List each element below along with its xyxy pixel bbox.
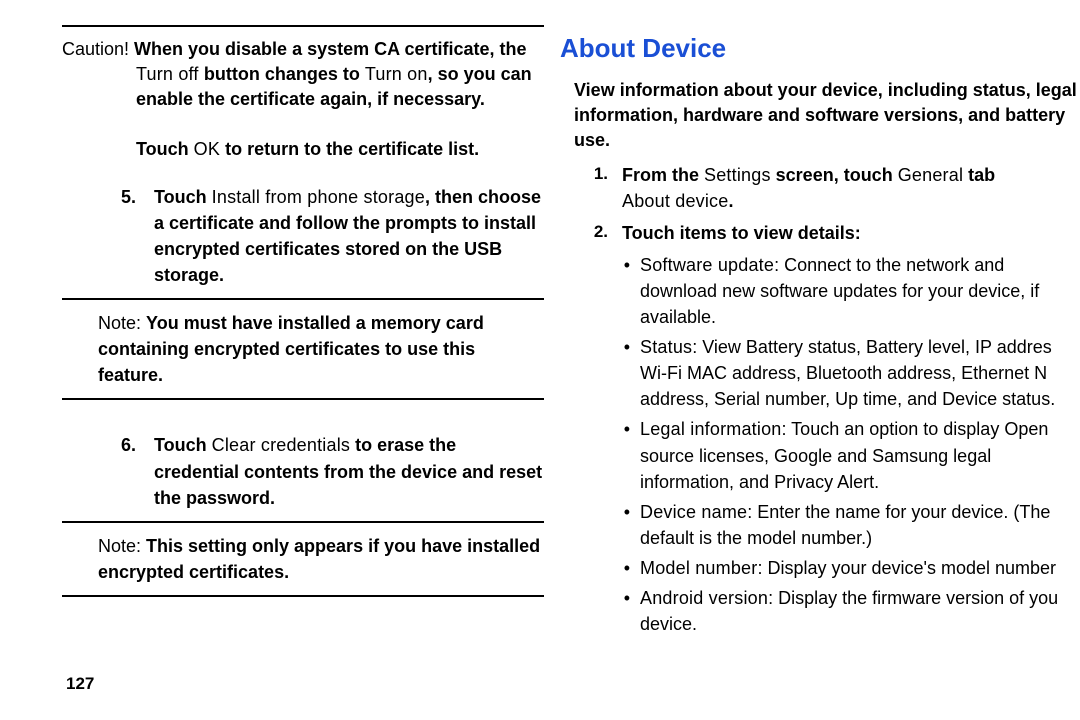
step-5: 5. Touch Install from phone storage, the…: [62, 184, 544, 288]
detail-legal: • Legal information: Touch an option to …: [608, 416, 1080, 494]
s1-e: tab: [963, 165, 995, 185]
caution-text-3: enable the certificate again, if necessa…: [136, 89, 485, 109]
detail-key: Software update: [640, 255, 774, 275]
touch-ok-pre: Touch: [136, 139, 194, 159]
rule: [62, 595, 544, 597]
step-number: 2.: [560, 220, 622, 246]
step-number: 1.: [560, 162, 622, 214]
detail-val: : Display your device's model number: [757, 558, 1056, 578]
note-2-block: Note: This setting only appears if you h…: [62, 523, 544, 595]
detail-key: Android version: [640, 588, 768, 608]
caution-text-1: When you disable a system CA certificate…: [134, 39, 526, 59]
detail-key: Legal information: [640, 419, 782, 439]
detail-key: Device name: [640, 502, 747, 522]
note-text: This setting only appears if you have in…: [98, 536, 540, 582]
about-intro: View information about your device, incl…: [574, 78, 1080, 154]
s1-a: From the: [622, 165, 704, 185]
step-6-block: 6. Touch Clear credentials to erase the …: [62, 400, 544, 520]
step-6: 6. Touch Clear credentials to erase the …: [62, 432, 544, 510]
caution-text-2c: Turn on: [365, 64, 428, 84]
step5-b: Install from phone storage: [212, 187, 425, 207]
detail-key: Status: [640, 337, 692, 357]
s1-b: Settings: [704, 165, 771, 185]
detail-val: : View Battery status, Battery level, IP…: [640, 337, 1055, 409]
caution-label: Caution!: [62, 39, 134, 59]
detail-status: • Status: View Battery status, Battery l…: [608, 334, 1080, 412]
note-1-block: Note: You must have installed a memory c…: [62, 300, 544, 398]
left-column: Caution! When you disable a system CA ce…: [62, 25, 544, 597]
step-number: 5.: [62, 184, 154, 288]
s1-f: About device: [622, 191, 728, 211]
note-label: Note:: [98, 536, 146, 556]
step5-a: Touch: [154, 187, 212, 207]
step6-b: Clear credentials: [212, 435, 350, 455]
about-step-1: 1. From the Settings screen, touch Gener…: [560, 162, 1080, 214]
s1-g: .: [728, 191, 733, 211]
page-number: 127: [66, 674, 94, 694]
note-label: Note:: [98, 313, 146, 333]
s1-d: General: [898, 165, 963, 185]
detail-model-number: • Model number: Display your device's mo…: [608, 555, 1080, 581]
detail-key: Model number: [640, 558, 757, 578]
right-column: About Device View information about your…: [560, 33, 1080, 641]
about-device-heading: About Device: [560, 33, 1080, 64]
s1-c: screen, touch: [771, 165, 898, 185]
step6-a: Touch: [154, 435, 212, 455]
detail-software-update: • Software update: Connect to the networ…: [608, 252, 1080, 330]
touch-ok-post: to return to the certificate list.: [220, 139, 479, 159]
s2-text: Touch items to view details:: [622, 220, 1080, 246]
caution-text-2d: , so you can: [428, 64, 532, 84]
detail-device-name: • Device name: Enter the name for your d…: [608, 499, 1080, 551]
caution-text-2a: Turn off: [136, 64, 204, 84]
touch-ok-mid: OK: [194, 139, 220, 159]
step-number: 6.: [62, 432, 154, 510]
detail-android-version: • Android version: Display the firmware …: [608, 585, 1080, 637]
note-text: You must have installed a memory card co…: [98, 313, 484, 385]
caution-block: Caution! When you disable a system CA ce…: [62, 27, 544, 298]
about-step-2: 2. Touch items to view details:: [560, 220, 1080, 246]
caution-text-2b: button changes to: [204, 64, 365, 84]
